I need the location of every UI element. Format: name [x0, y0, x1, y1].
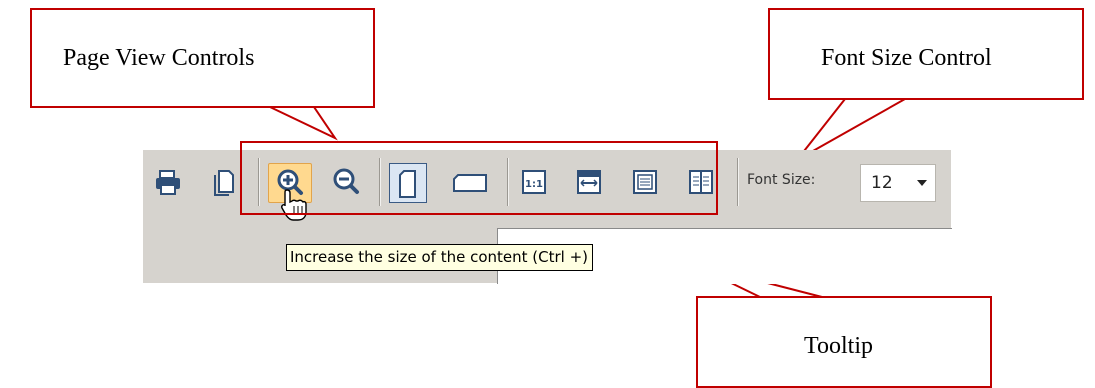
printer-icon [156, 170, 180, 195]
page-button[interactable] [207, 165, 241, 199]
callout-tooltip: Tooltip [696, 296, 992, 388]
callout-font-size-control: Font Size Control [768, 8, 1084, 100]
print-button[interactable] [151, 165, 185, 199]
callout-tooltip-text: Tooltip [804, 333, 873, 359]
font-size-label: Font Size: [747, 172, 816, 188]
page-view-controls-highlight [240, 141, 718, 215]
toolbar-separator [737, 158, 739, 206]
document-icon [214, 170, 234, 196]
callout-font-size-control-text: Font Size Control [821, 45, 992, 71]
chevron-down-icon[interactable] [917, 180, 927, 186]
font-size-value: 12 [871, 173, 893, 193]
tooltip: Increase the size of the content (Ctrl +… [286, 244, 594, 271]
callout-page-view-controls-text: Page View Controls [63, 45, 255, 71]
callout-page-view-controls: Page View Controls [30, 8, 375, 108]
page-view-leader [269, 106, 338, 141]
font-size-select[interactable]: 12 [860, 164, 936, 202]
